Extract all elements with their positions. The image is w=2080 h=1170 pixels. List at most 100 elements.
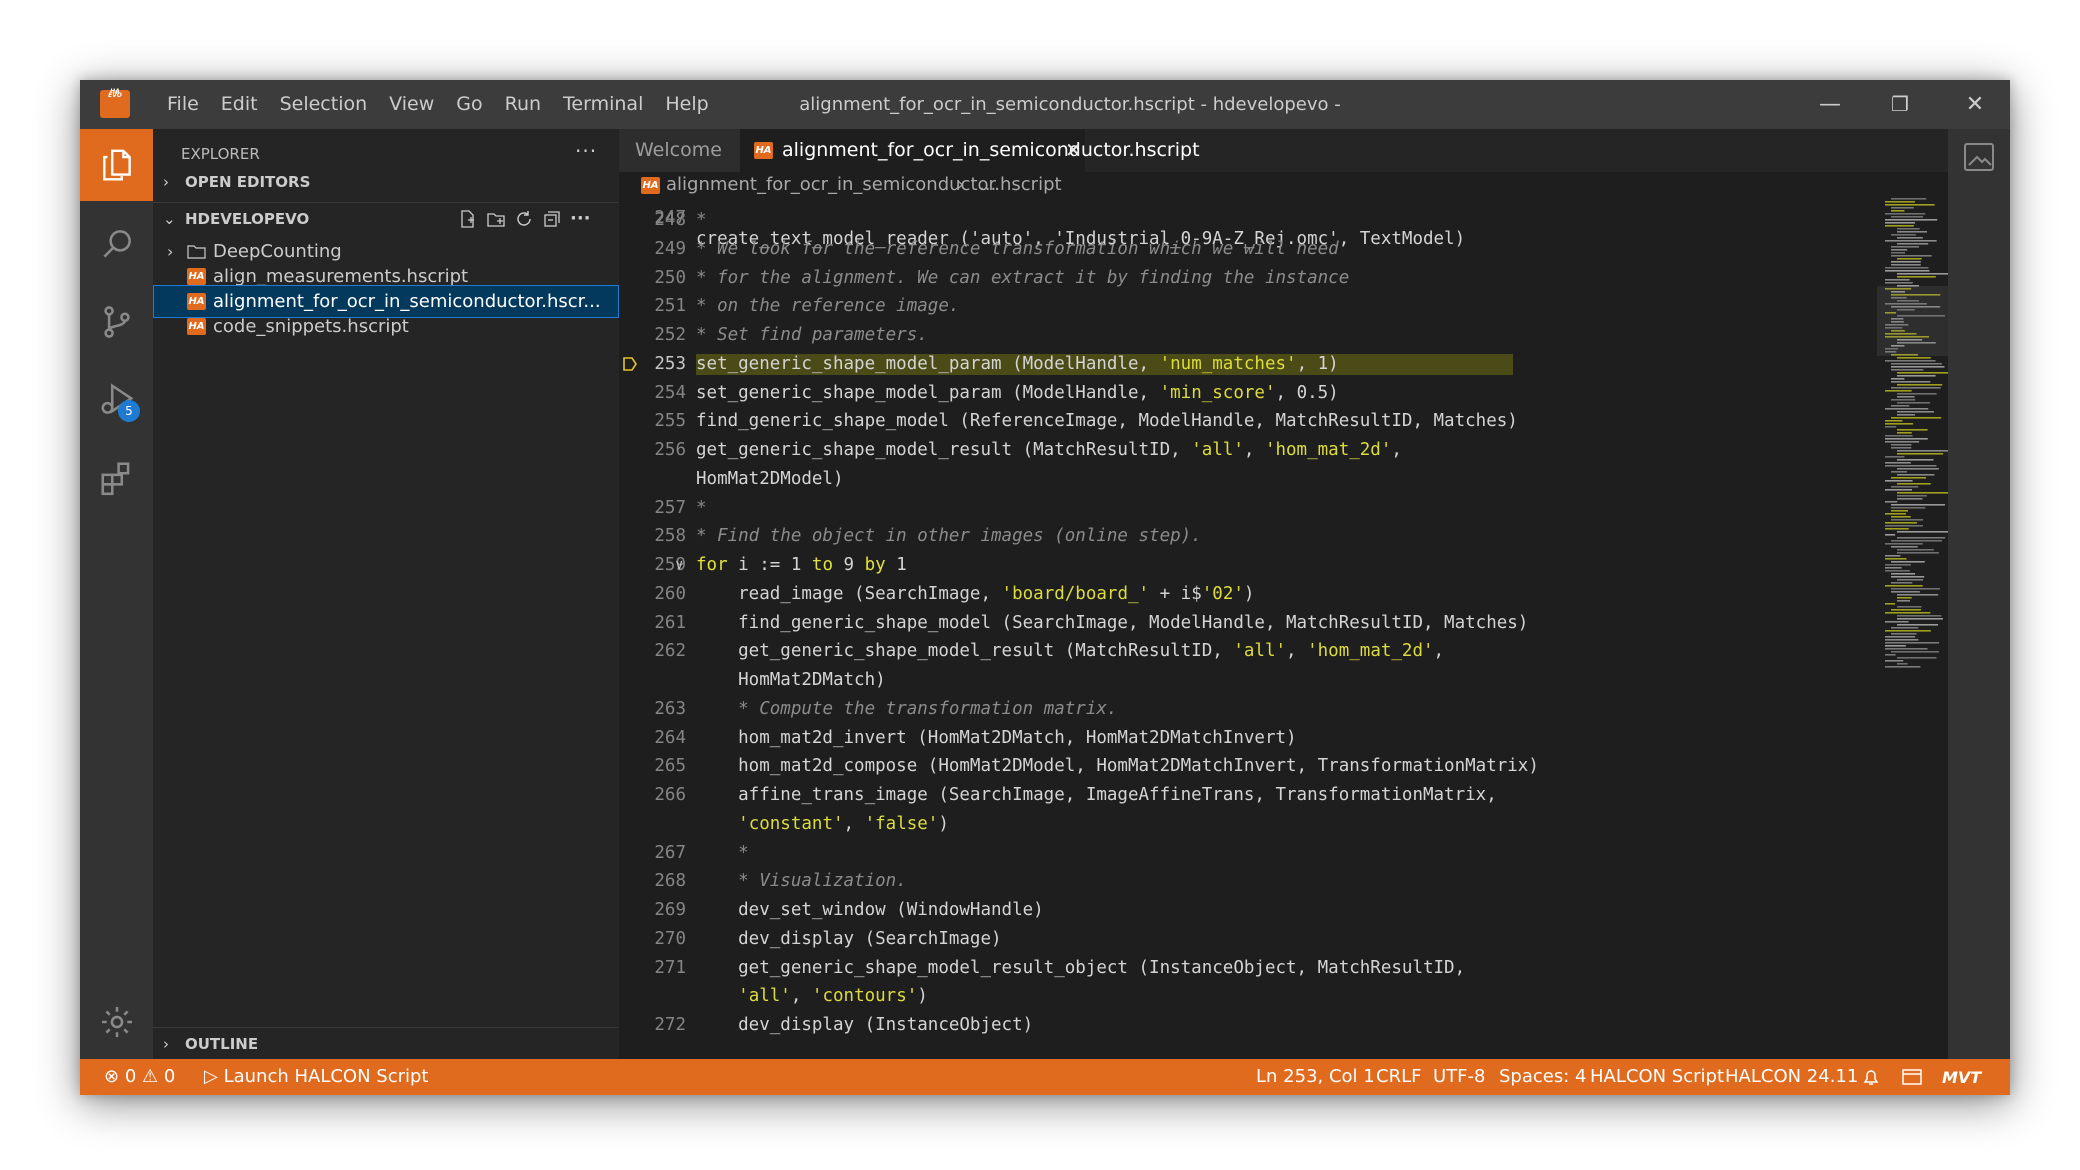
line-number[interactable]: 250 — [619, 268, 686, 290]
source-control-icon — [103, 306, 130, 338]
minimap-line — [1891, 633, 1917, 635]
workspace-more-button[interactable]: ··· — [570, 203, 591, 235]
minimap-line — [1897, 243, 1929, 245]
code-token: * on the reference image. — [696, 296, 960, 317]
line-number[interactable]: 263 — [619, 699, 686, 721]
menu-go[interactable]: Go — [445, 80, 493, 129]
menu-selection[interactable]: Selection — [269, 80, 379, 129]
breadcrumb-more[interactable]: ... — [979, 172, 996, 198]
line-number[interactable]: 249 — [619, 239, 686, 261]
line-number[interactable]: 267 — [619, 843, 686, 865]
fold-chevron-icon[interactable]: ∨ — [675, 555, 683, 577]
source-control-activity[interactable] — [80, 287, 153, 357]
minimap-line — [1885, 270, 1930, 272]
line-number[interactable]: 266 — [619, 785, 686, 807]
workspace-section[interactable]: ⌄ HDEVELOPEVO ··· — [153, 202, 619, 235]
end-of-line[interactable]: CRLF — [1376, 1059, 1421, 1095]
new-file-icon[interactable] — [458, 209, 478, 229]
line-number[interactable]: 265 — [619, 756, 686, 778]
code-token: 'false' — [864, 813, 939, 834]
extensions-activity[interactable] — [80, 443, 153, 513]
code-text: for i := 1 to 9 by 1 — [696, 555, 1513, 577]
line-number[interactable]: 251 — [619, 296, 686, 318]
open-editors-section[interactable]: › OPEN EDITORS — [153, 166, 619, 198]
minimap-line — [1885, 441, 1920, 443]
new-folder-icon[interactable] — [486, 209, 506, 229]
line-number[interactable]: 269 — [619, 900, 686, 922]
code-line: HomMat2DModel) — [619, 469, 1879, 491]
line-number[interactable]: 257 — [619, 498, 686, 520]
line-number[interactable]: 258 — [619, 526, 686, 548]
code-text: HomMat2DModel) — [696, 469, 1513, 491]
line-number[interactable]: 264 — [619, 728, 686, 750]
encoding[interactable]: UTF-8 — [1433, 1059, 1485, 1095]
menu-help[interactable]: Help — [654, 80, 719, 129]
line-number[interactable]: 256 — [619, 440, 686, 462]
breadcrumb-file[interactable]: alignment_for_ocr_in_semiconductor.hscri… — [666, 172, 1062, 198]
line-number[interactable]: 271 — [619, 958, 686, 980]
tab-alignment-script[interactable]: HA alignment_for_ocr_in_semiconductor.hs… — [740, 129, 1200, 172]
image-viewer-icon[interactable] — [1961, 139, 1997, 175]
search-activity[interactable] — [80, 209, 153, 279]
halcon-file-icon: HA — [754, 142, 773, 159]
explorer-activity[interactable] — [80, 129, 153, 201]
menu-view[interactable]: View — [378, 80, 445, 129]
language-mode[interactable]: HALCON Script — [1590, 1059, 1724, 1095]
code-token: set_generic_shape_model_param (ModelHand… — [696, 353, 1160, 374]
chevron-down-icon: ⌄ — [163, 210, 176, 228]
minimize-button[interactable]: — — [1795, 80, 1865, 129]
line-number[interactable]: 262 — [619, 641, 686, 663]
folder-icon — [187, 245, 206, 259]
settings-activity[interactable] — [80, 987, 153, 1057]
minimap-line — [1897, 273, 1949, 275]
code-editor[interactable]: 247 create_text_model_reader ('auto', 'I… — [619, 198, 1879, 1059]
code-token: + i$ — [1149, 583, 1202, 604]
line-number[interactable]: 270 — [619, 929, 686, 951]
code-line: 272 dev_display (InstanceObject) — [619, 1015, 1879, 1037]
status-bar: ⊗ 0 ⚠ 0 ▷ Launch HALCON Script Ln 253, C… — [80, 1059, 2010, 1095]
line-number[interactable]: 254 — [619, 383, 686, 405]
minimap-line — [1897, 459, 1934, 461]
layout-icon[interactable] — [1902, 1068, 1922, 1086]
extensions-icon — [100, 462, 129, 496]
minimap-line — [1885, 456, 1905, 458]
cursor-position[interactable]: Ln 253, Col 1 — [1256, 1059, 1375, 1095]
launch-script-button[interactable]: ▷ Launch HALCON Script — [204, 1059, 429, 1095]
line-number[interactable]: 260 — [619, 584, 686, 606]
restore-button[interactable]: ❐ — [1865, 80, 1935, 129]
explorer-sidebar: EXPLORER ··· › OPEN EDITORS ⌄ HDEVELOPEV… — [153, 129, 619, 1059]
code-text: * — [696, 210, 1513, 232]
minimap-line — [1885, 525, 1923, 527]
run-debug-activity[interactable]: 5 — [80, 365, 153, 435]
line-number[interactable]: 252 — [619, 325, 686, 347]
line-number[interactable]: 255 — [619, 411, 686, 433]
menu-run[interactable]: Run — [494, 80, 552, 129]
indentation[interactable]: Spaces: 4 — [1499, 1059, 1586, 1095]
line-number[interactable]: 272 — [619, 1015, 686, 1037]
code-token: get_generic_shape_model_result (MatchRes… — [696, 440, 1192, 460]
close-window-button[interactable]: ✕ — [1940, 80, 2010, 129]
halcon-version[interactable]: HALCON 24.11 — [1725, 1059, 1858, 1095]
code-token: dev_display (SearchImage) — [696, 928, 1002, 949]
line-number[interactable]: 261 — [619, 613, 686, 635]
bell-icon[interactable] — [1862, 1067, 1880, 1087]
code-token: * Compute the transformation matrix. — [738, 698, 1118, 719]
tab-welcome[interactable]: Welcome — [619, 129, 740, 172]
refresh-icon[interactable] — [514, 209, 534, 229]
menu-terminal[interactable]: Terminal — [552, 80, 654, 129]
close-icon[interactable]: ✕ — [1065, 129, 1082, 172]
tab-label: alignment_for_ocr_in_semiconductor.hscri… — [782, 139, 1200, 161]
tree-file-code-snippets[interactable]: HA code_snippets.hscript — [153, 310, 619, 343]
code-token: , — [790, 986, 812, 1007]
minimap-line — [1885, 564, 1911, 566]
menu-edit[interactable]: Edit — [210, 80, 269, 129]
line-number[interactable]: 268 — [619, 871, 686, 893]
code-token: ) — [938, 813, 949, 834]
problems-indicator[interactable]: ⊗ 0 ⚠ 0 — [104, 1059, 175, 1095]
outline-section[interactable]: › OUTLINE — [153, 1027, 619, 1060]
line-number[interactable]: 248 — [619, 210, 686, 232]
menu-file[interactable]: File — [156, 80, 210, 129]
collapse-all-icon[interactable] — [542, 209, 562, 229]
